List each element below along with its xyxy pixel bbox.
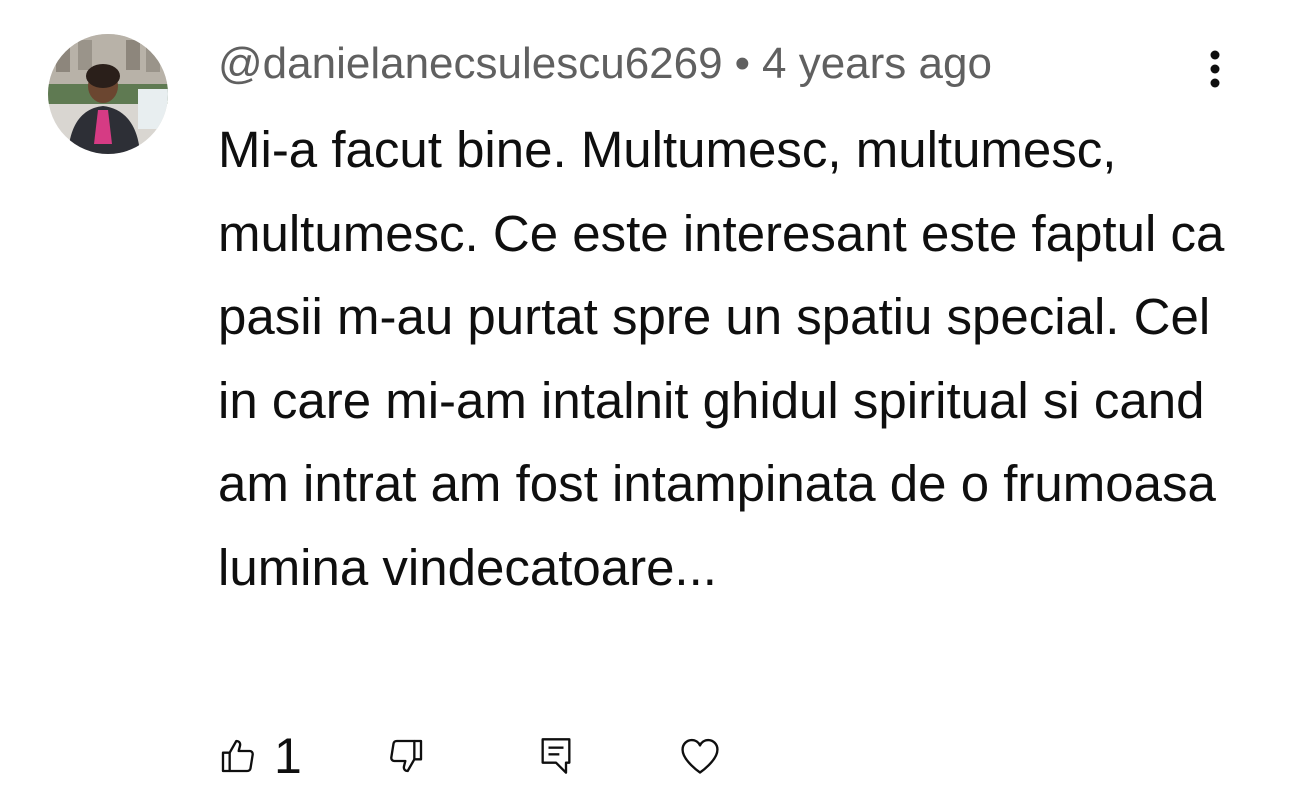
meta-separator: •	[734, 39, 750, 88]
comment-meta: @danielanecsulescu6269 • 4 years ago	[218, 38, 992, 90]
thumbs-down-icon	[390, 739, 423, 773]
dislike-button[interactable]	[386, 728, 426, 784]
thumbs-up-icon	[221, 739, 254, 773]
heart-icon	[681, 738, 719, 774]
avatar-image	[48, 34, 168, 154]
more-options-button[interactable]	[1190, 44, 1240, 94]
comment-actions: 1	[218, 728, 778, 784]
comment: @danielanecsulescu6269 • 4 years ago Mi-a …	[0, 0, 1290, 799]
author-name[interactable]: @danielanecsulescu6269	[218, 39, 723, 88]
comment-text: Mi-a facut bine. Multumesc, multumesc, m…	[218, 121, 1225, 596]
like-button[interactable]: 1	[218, 728, 302, 784]
comment-time[interactable]: 4 years ago	[762, 39, 992, 88]
comment-icon	[541, 738, 571, 774]
reply-button[interactable]	[536, 728, 576, 784]
avatar[interactable]	[48, 34, 168, 154]
heart-button[interactable]	[678, 728, 722, 784]
more-vertical-icon	[1210, 50, 1220, 88]
like-count: 1	[274, 728, 302, 784]
